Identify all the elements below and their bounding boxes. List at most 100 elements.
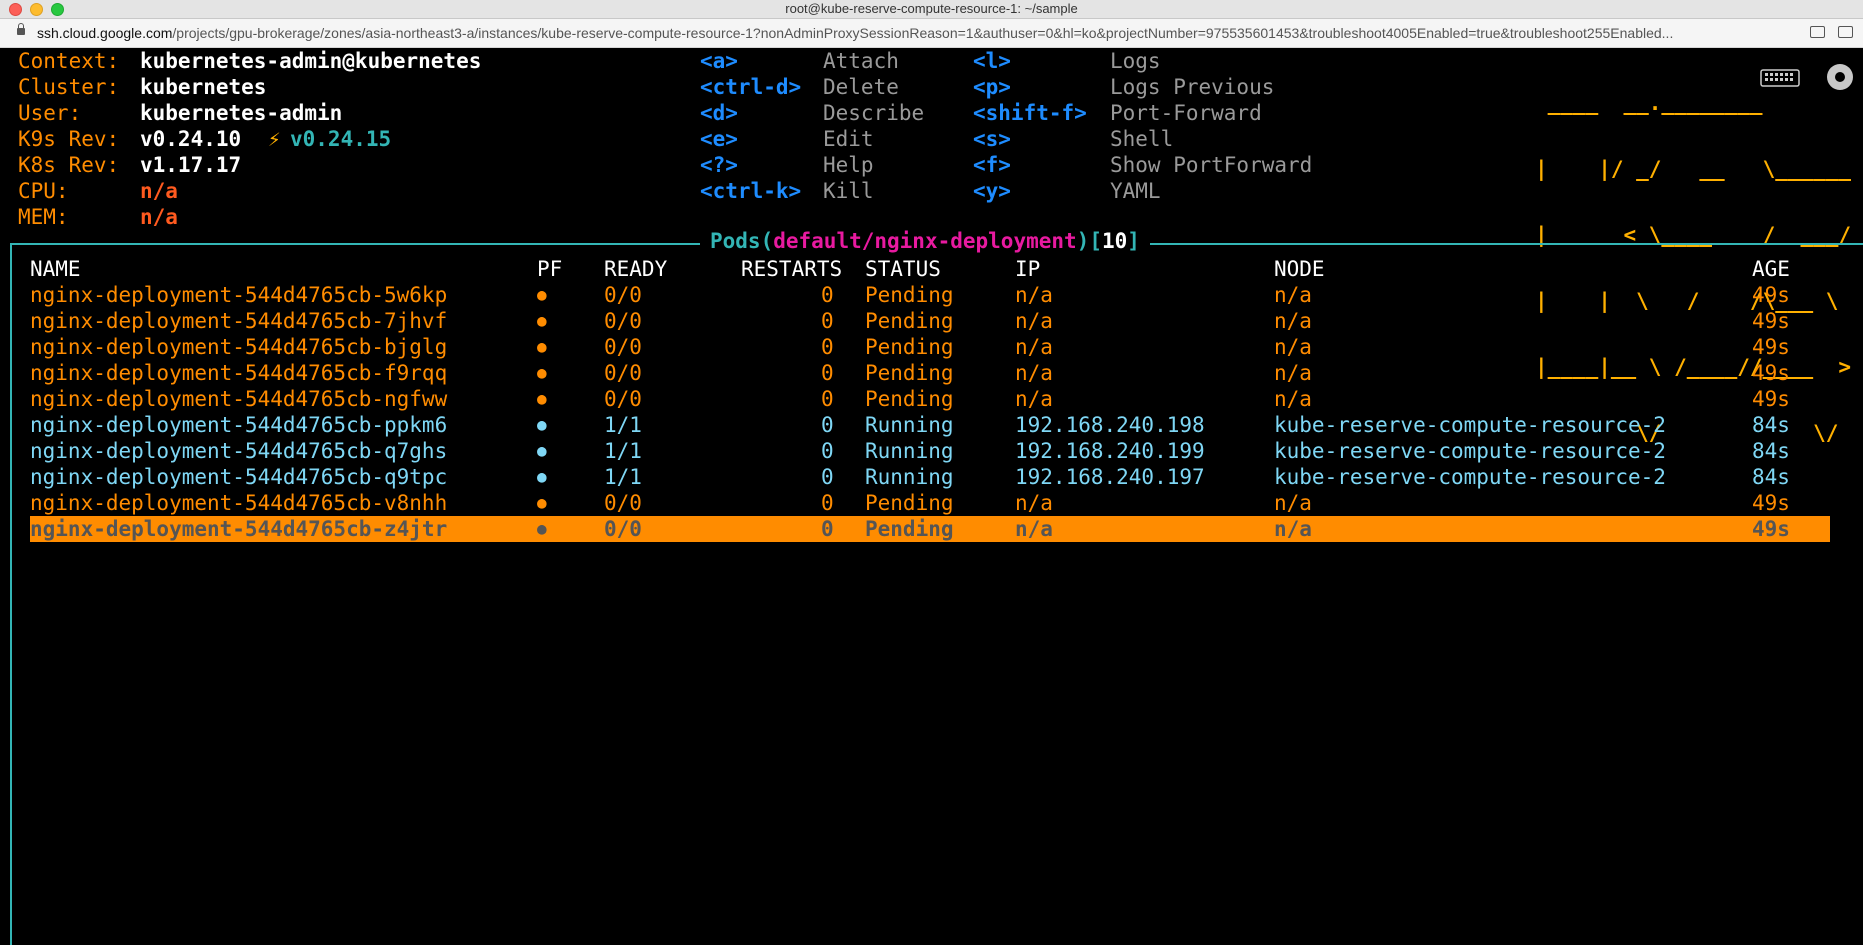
pod-node: n/a [1274,309,1312,333]
pod-node: n/a [1274,361,1312,385]
hotkey-show-portforward-desc: Show PortForward [1110,153,1313,177]
col-status[interactable]: STATUS [865,256,941,282]
k8s-rev-value: v1.17.17 [140,153,242,177]
address-bar[interactable]: ssh.cloud.google.com/projects/gpu-broker… [0,19,1863,48]
hotkey-attach-desc: Attach [823,49,899,73]
table-row[interactable]: nginx-deployment-544d4765cb-q9tpc ● 1/1 0 Ru… [30,464,1830,490]
pod-ip: n/a [1015,517,1053,541]
hotkey-show-portforward-key[interactable]: <f> [973,152,1011,178]
settings-gear-icon[interactable] [1827,64,1853,90]
hotkey-edit-key[interactable]: <e> [700,126,738,152]
pod-age: 49s [1752,517,1790,541]
table-row[interactable]: nginx-deployment-544d4765cb-v8nhh ● 0/0 0 Pe… [30,490,1830,516]
pod-age: 49s [1752,387,1790,411]
pod-restarts: 0 [821,309,834,333]
pip-icon[interactable] [1838,26,1853,38]
screen-icon[interactable] [1810,26,1825,38]
url-host: ssh.cloud.google.com [37,25,173,41]
keyboard-icon[interactable] [1760,68,1800,88]
table-row[interactable]: nginx-deployment-544d4765cb-z4jtr ● 0/0 0 Pe… [30,516,1830,542]
pf-indicator: ● [537,467,547,486]
pod-name: nginx-deployment-544d4765cb-z4jtr [30,517,448,541]
col-ip[interactable]: IP [1015,256,1040,282]
pod-ip: n/a [1015,491,1053,515]
pod-status: Pending [865,517,954,541]
pod-ready: 0/0 [604,361,642,385]
logo-line: | |/ _/ __ \______ [1535,157,1852,181]
pod-node: n/a [1274,491,1312,515]
pod-name: nginx-deployment-544d4765cb-bjglg [30,335,448,359]
hotkey-shell-key[interactable]: <s> [973,126,1011,152]
cluster-value: kubernetes [140,75,267,99]
pod-ip: 192.168.240.199 [1015,439,1205,463]
pf-indicator: ● [537,337,547,356]
pod-status: Pending [865,361,954,385]
table-row[interactable]: nginx-deployment-544d4765cb-7jhvf ● 0/0 0 Pe… [30,308,1830,334]
pod-name: nginx-deployment-544d4765cb-v8nhh [30,491,448,515]
zoom-window-button[interactable] [51,3,64,16]
pod-age: 49s [1752,283,1790,307]
pf-indicator: ● [537,285,547,304]
panel-resource: Pods [710,229,761,253]
pod-ready: 0/0 [604,309,642,333]
k9s-rev-value: v0.24.10 [140,127,242,151]
hotkey-delete-key[interactable]: <ctrl-d> [700,74,801,100]
mem-value: n/a [140,205,178,229]
hotkey-describe-desc: Describe [823,101,925,125]
pod-ready: 0/0 [604,283,642,307]
close-window-button[interactable] [9,3,22,16]
table-row[interactable]: nginx-deployment-544d4765cb-q7ghs ● 1/1 0 Ru… [30,438,1830,464]
table-row[interactable]: nginx-deployment-544d4765cb-bjglg ● 0/0 0 Pe… [30,334,1830,360]
pod-ready: 0/0 [604,491,642,515]
table-row[interactable]: nginx-deployment-544d4765cb-f9rqq ● 0/0 0 Pe… [30,360,1830,386]
table-row[interactable]: nginx-deployment-544d4765cb-ppkm6 ● 1/1 0 Ru… [30,412,1830,438]
hotkey-edit-desc: Edit [823,127,874,151]
hotkey-attach-key[interactable]: <a> [700,48,738,74]
hotkey-help-key[interactable]: <?> [700,152,738,178]
table-row[interactable]: nginx-deployment-544d4765cb-ngfww ● 0/0 0 Pe… [30,386,1830,412]
pod-node: n/a [1274,335,1312,359]
pod-age: 84s [1752,413,1790,437]
panel-paren-open: ( [760,229,774,253]
col-restarts[interactable]: RESTARTS [741,256,842,282]
pod-status: Running [865,439,954,463]
pod-restarts: 0 [821,413,834,437]
cpu-label: CPU: [18,179,69,203]
table-row[interactable]: nginx-deployment-544d4765cb-5w6kp ● 0/0 0 Pe… [30,282,1830,308]
pod-ip: 192.168.240.198 [1015,413,1205,437]
hotkey-shell-desc: Shell [1110,127,1174,151]
pf-indicator: ● [537,363,547,382]
url-text[interactable]: ssh.cloud.google.com/projects/gpu-broker… [37,19,1797,47]
lock-icon [17,23,25,35]
hotkey-port-forward-key[interactable]: <shift-f> [973,100,1087,126]
k9s-upgrade-version: v0.24.15 [290,127,392,151]
user-value: kubernetes-admin [140,101,343,125]
panel-count: 10 [1101,229,1128,253]
pod-node: kube-reserve-compute-resource-2 [1274,465,1666,489]
col-age[interactable]: AGE [1752,256,1790,282]
pod-status: Pending [865,283,954,307]
hotkey-yaml-key[interactable]: <y> [973,178,1011,204]
panel-count-close: ] [1127,229,1140,253]
col-ready[interactable]: READY [604,256,667,282]
col-pf[interactable]: PF [537,256,562,282]
pods-panel-title: Pods(default/nginx-deployment)[10] [700,228,1150,254]
hotkey-describe-key[interactable]: <d> [700,100,738,126]
minimize-window-button[interactable] [30,3,43,16]
hotkey-logs-desc: Logs [1110,49,1161,73]
logo-line: ____ __.________ [1535,91,1852,115]
hotkey-kill-key[interactable]: <ctrl-k> [700,178,801,204]
pod-name: nginx-deployment-544d4765cb-f9rqq [30,361,448,385]
col-name[interactable]: NAME [30,256,81,282]
hotkey-logs-previous-key[interactable]: <p> [973,74,1011,100]
pod-ip: n/a [1015,283,1053,307]
col-node[interactable]: NODE [1274,256,1325,282]
pod-age: 84s [1752,465,1790,489]
k9s-rev-label: K9s Rev: [18,127,120,151]
hotkey-logs-key[interactable]: <l> [973,48,1011,74]
pod-age: 49s [1752,335,1790,359]
pod-name: nginx-deployment-544d4765cb-q9tpc [30,465,448,489]
pod-ready: 0/0 [604,335,642,359]
pod-ready: 1/1 [604,413,642,437]
panel-scope: default/nginx-deployment [773,229,1077,253]
